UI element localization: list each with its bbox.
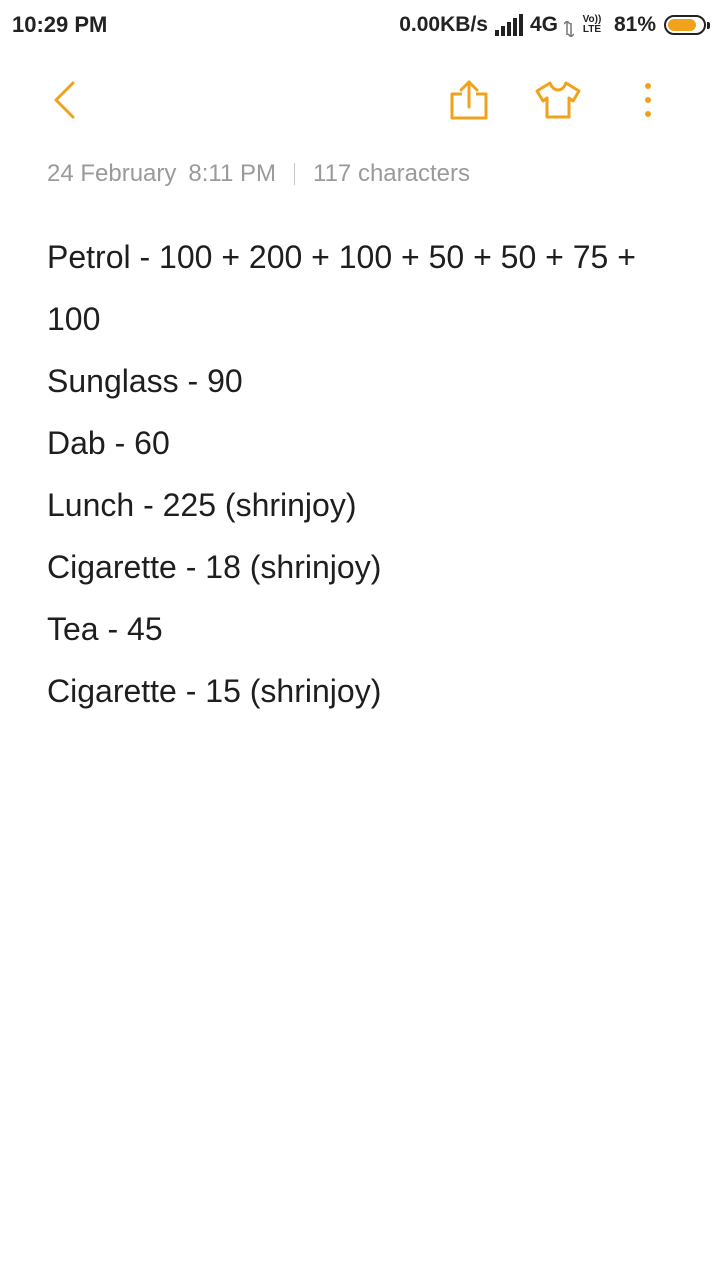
note-line[interactable]: Sunglass - 90	[47, 350, 677, 412]
battery-tip	[707, 22, 710, 29]
note-date: 24 February	[47, 160, 177, 187]
note-toolbar	[0, 70, 720, 134]
battery-fill	[668, 19, 696, 31]
status-indicators: 0.00KB/s 4G Vo)) LTE 81%	[399, 11, 710, 39]
network-type: 4G	[529, 13, 558, 36]
signal-icon	[494, 14, 524, 36]
character-count: 117 characters	[313, 160, 470, 187]
share-button[interactable]	[443, 76, 495, 128]
note-line[interactable]: Cigarette - 18 (shrinjoy)	[47, 536, 677, 598]
more-options-button[interactable]	[622, 76, 674, 128]
theme-shirt-icon	[533, 80, 583, 125]
back-arrow-icon	[49, 80, 79, 125]
note-line[interactable]: Petrol - 100 + 200 + 100 + 50 + 50 + 75 …	[47, 226, 677, 350]
back-button[interactable]	[38, 76, 90, 128]
note-line[interactable]: Dab - 60	[47, 412, 677, 474]
note-content[interactable]: Petrol - 100 + 200 + 100 + 50 + 50 + 75 …	[47, 226, 677, 722]
network-speed: 0.00KB/s	[399, 13, 488, 36]
data-arrows-icon	[563, 19, 575, 39]
share-icon	[448, 79, 490, 126]
status-bar: 10:29 PM 0.00KB/s 4G Vo)) LTE 81%	[0, 0, 720, 52]
battery-icon	[664, 15, 710, 35]
note-meta: 24 February 8:11 PM 117 characters	[47, 158, 470, 190]
battery-percent: 81%	[613, 13, 656, 36]
more-options-icon	[643, 82, 653, 123]
note-line[interactable]: Cigarette - 15 (shrinjoy)	[47, 660, 677, 722]
meta-divider	[294, 163, 296, 185]
note-line[interactable]: Lunch - 225 (shrinjoy)	[47, 474, 677, 536]
theme-button[interactable]	[532, 76, 584, 128]
note-time: 8:11 PM	[188, 160, 277, 187]
volte-icon: Vo)) LTE	[580, 13, 604, 37]
volte-bottom-label: LTE	[582, 24, 602, 35]
status-time: 10:29 PM	[12, 12, 108, 37]
note-line[interactable]: Tea - 45	[47, 598, 677, 660]
